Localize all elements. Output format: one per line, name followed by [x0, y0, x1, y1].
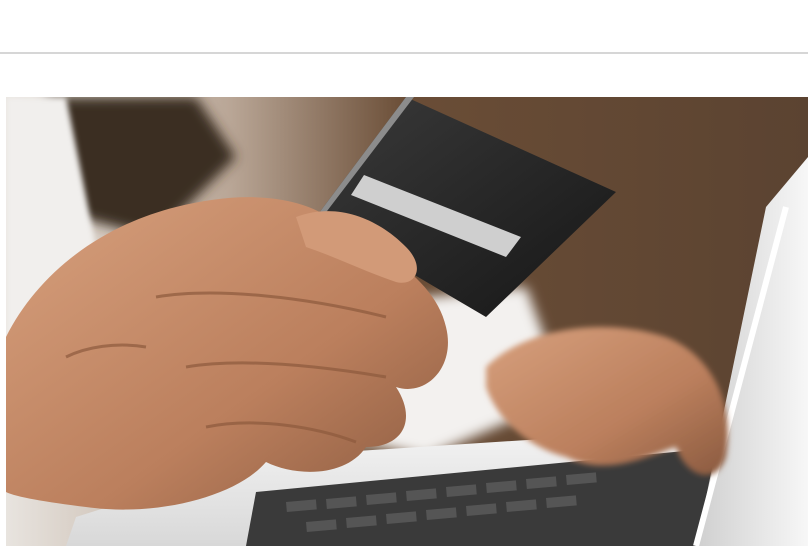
hero-image	[6, 97, 808, 546]
payment-photo-illustration	[6, 97, 808, 546]
page-header	[0, 0, 808, 52]
header-divider	[0, 52, 808, 54]
